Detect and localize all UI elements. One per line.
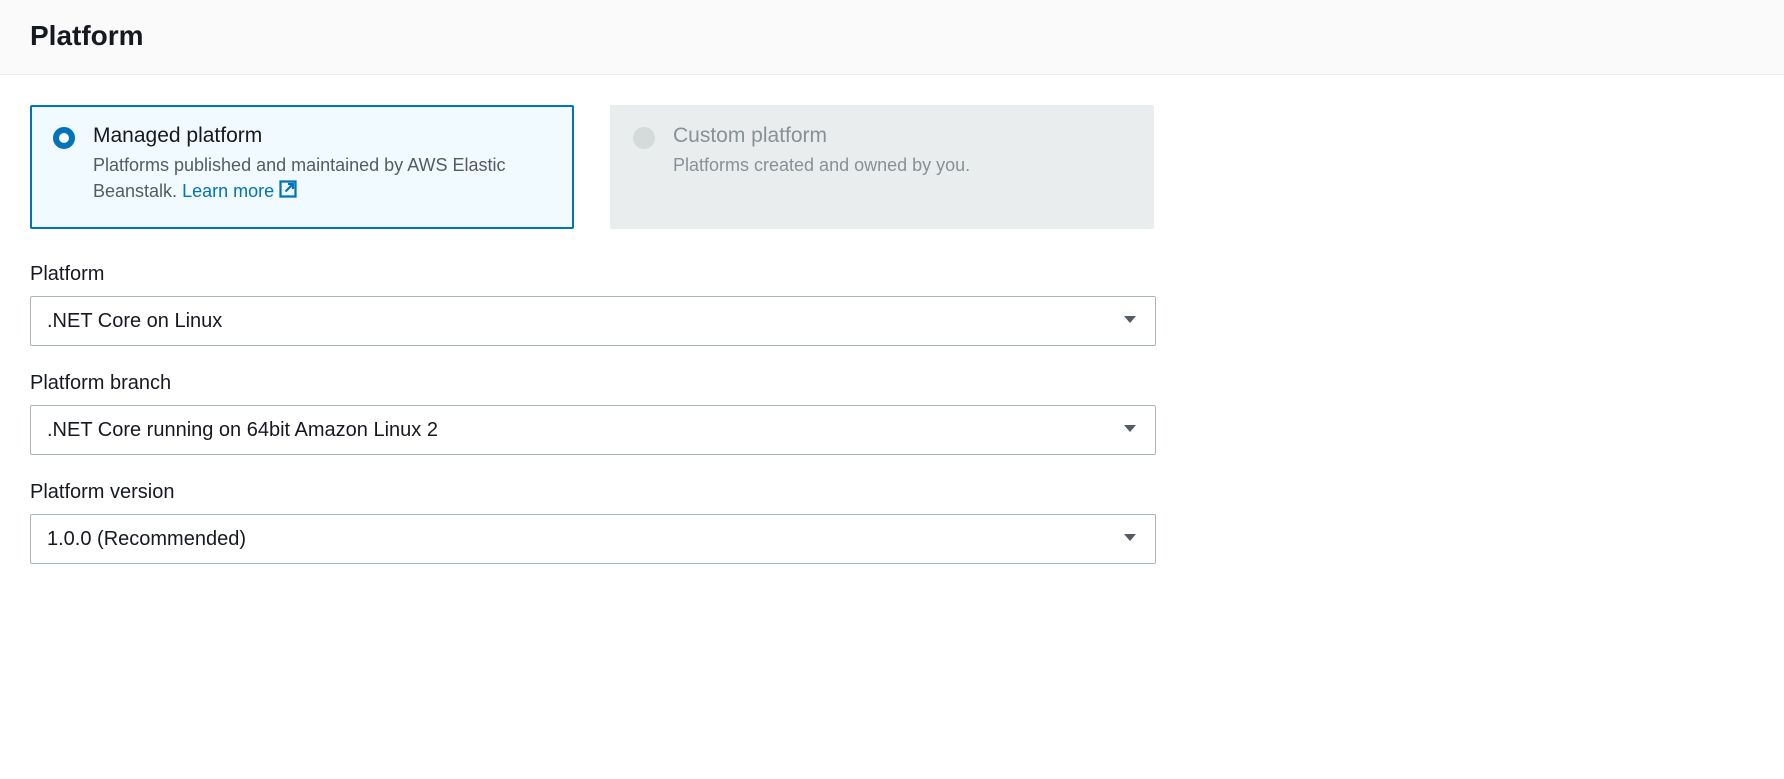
- caret-down-icon: [1123, 312, 1137, 330]
- learn-more-link[interactable]: Learn more: [182, 181, 298, 201]
- platform-branch-select-value: .NET Core running on 64bit Amazon Linux …: [47, 419, 438, 442]
- platform-field: Platform .NET Core on Linux: [30, 263, 1754, 346]
- custom-tile-title: Custom platform: [673, 124, 1131, 148]
- managed-tile-text: Managed platform Platforms published and…: [93, 124, 551, 206]
- platform-label: Platform: [30, 263, 1754, 286]
- platform-branch-select[interactable]: .NET Core running on 64bit Amazon Linux …: [30, 405, 1156, 455]
- platform-version-field: Platform version 1.0.0 (Recommended): [30, 481, 1754, 564]
- custom-tile-desc: Platforms created and owned by you.: [673, 152, 1131, 178]
- custom-platform-tile: Custom platform Platforms created and ow…: [610, 105, 1154, 229]
- platform-select[interactable]: .NET Core on Linux: [30, 296, 1156, 346]
- managed-tile-desc-text: Platforms published and maintained by AW…: [93, 155, 506, 201]
- panel-header: Platform: [0, 0, 1784, 75]
- managed-platform-tile[interactable]: Managed platform Platforms published and…: [30, 105, 574, 229]
- learn-more-text: Learn more: [182, 181, 274, 201]
- platform-type-tiles: Managed platform Platforms published and…: [30, 105, 1754, 229]
- platform-branch-label: Platform branch: [30, 372, 1754, 395]
- panel-body: Managed platform Platforms published and…: [0, 75, 1784, 620]
- page-title: Platform: [30, 20, 1754, 52]
- external-link-icon: [278, 179, 298, 206]
- managed-tile-desc: Platforms published and maintained by AW…: [93, 152, 551, 206]
- custom-tile-text: Custom platform Platforms created and ow…: [673, 124, 1131, 206]
- platform-select-value: .NET Core on Linux: [47, 310, 222, 333]
- platform-branch-field: Platform branch .NET Core running on 64b…: [30, 372, 1754, 455]
- radio-selected-icon: [53, 127, 75, 149]
- platform-version-select-value: 1.0.0 (Recommended): [47, 528, 246, 551]
- caret-down-icon: [1123, 530, 1137, 548]
- managed-tile-title: Managed platform: [93, 124, 551, 148]
- caret-down-icon: [1123, 421, 1137, 439]
- platform-version-select[interactable]: 1.0.0 (Recommended): [30, 514, 1156, 564]
- platform-version-label: Platform version: [30, 481, 1754, 504]
- radio-disabled-icon: [633, 127, 655, 149]
